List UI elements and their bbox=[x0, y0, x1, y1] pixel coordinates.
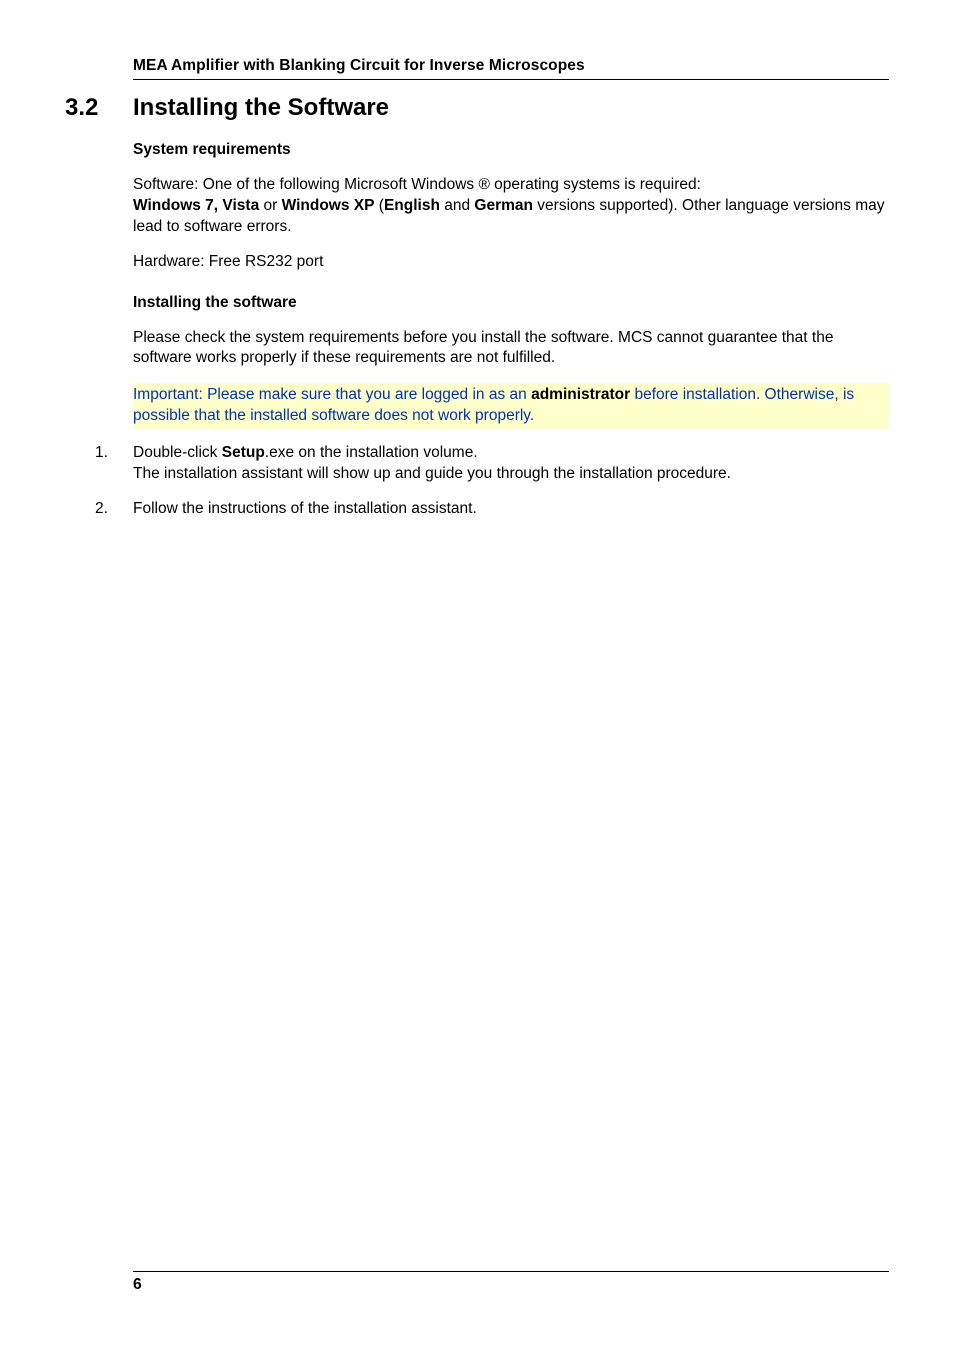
footer: 6 bbox=[133, 1271, 889, 1294]
lang-a: English bbox=[384, 197, 440, 214]
text: Follow the instructions of the installat… bbox=[133, 500, 477, 517]
step-text: Double-click Setup.exe on the installati… bbox=[133, 443, 889, 485]
page-number: 6 bbox=[133, 1276, 142, 1293]
important-callout: Important: Please make sure that you are… bbox=[133, 383, 889, 429]
list-item: 2. Follow the instructions of the instal… bbox=[95, 499, 889, 520]
callout-pre: Important: Please make sure that you are… bbox=[133, 386, 531, 403]
text: and bbox=[440, 197, 474, 214]
text: Software: One of the following Microsoft… bbox=[133, 176, 701, 193]
list-item: 1. Double-click Setup.exe on the install… bbox=[95, 443, 889, 485]
section-title: Installing the Software bbox=[133, 94, 389, 122]
text: or bbox=[259, 197, 281, 214]
os-list-a: Windows 7, Vista bbox=[133, 197, 259, 214]
running-header: MEA Amplifier with Blanking Circuit for … bbox=[133, 57, 585, 74]
install-precheck: Please check the system requirements bef… bbox=[133, 328, 889, 370]
page: MEA Amplifier with Blanking Circuit for … bbox=[0, 0, 954, 1350]
install-steps: 1. Double-click Setup.exe on the install… bbox=[95, 443, 889, 520]
lang-b: German bbox=[474, 197, 533, 214]
text: ( bbox=[374, 197, 383, 214]
header-bar: MEA Amplifier with Blanking Circuit for … bbox=[133, 57, 889, 80]
step-text: Follow the instructions of the installat… bbox=[133, 499, 889, 520]
callout-admin: administrator bbox=[531, 386, 630, 403]
sysreq-hardware: Hardware: Free RS232 port bbox=[133, 252, 889, 273]
sysreq-software: Software: One of the following Microsoft… bbox=[133, 175, 889, 238]
text: Double-click bbox=[133, 444, 222, 461]
setup-exe: Setup bbox=[222, 444, 265, 461]
os-list-b: Windows XP bbox=[282, 197, 375, 214]
step-number: 2. bbox=[95, 499, 133, 520]
step-number: 1. bbox=[95, 443, 133, 485]
body-content: System requirements Software: One of the… bbox=[133, 140, 889, 520]
section-heading: 3.2 Installing the Software bbox=[65, 94, 889, 122]
sysreq-heading: System requirements bbox=[133, 140, 889, 161]
section-number: 3.2 bbox=[65, 94, 133, 122]
install-heading: Installing the software bbox=[133, 293, 889, 314]
